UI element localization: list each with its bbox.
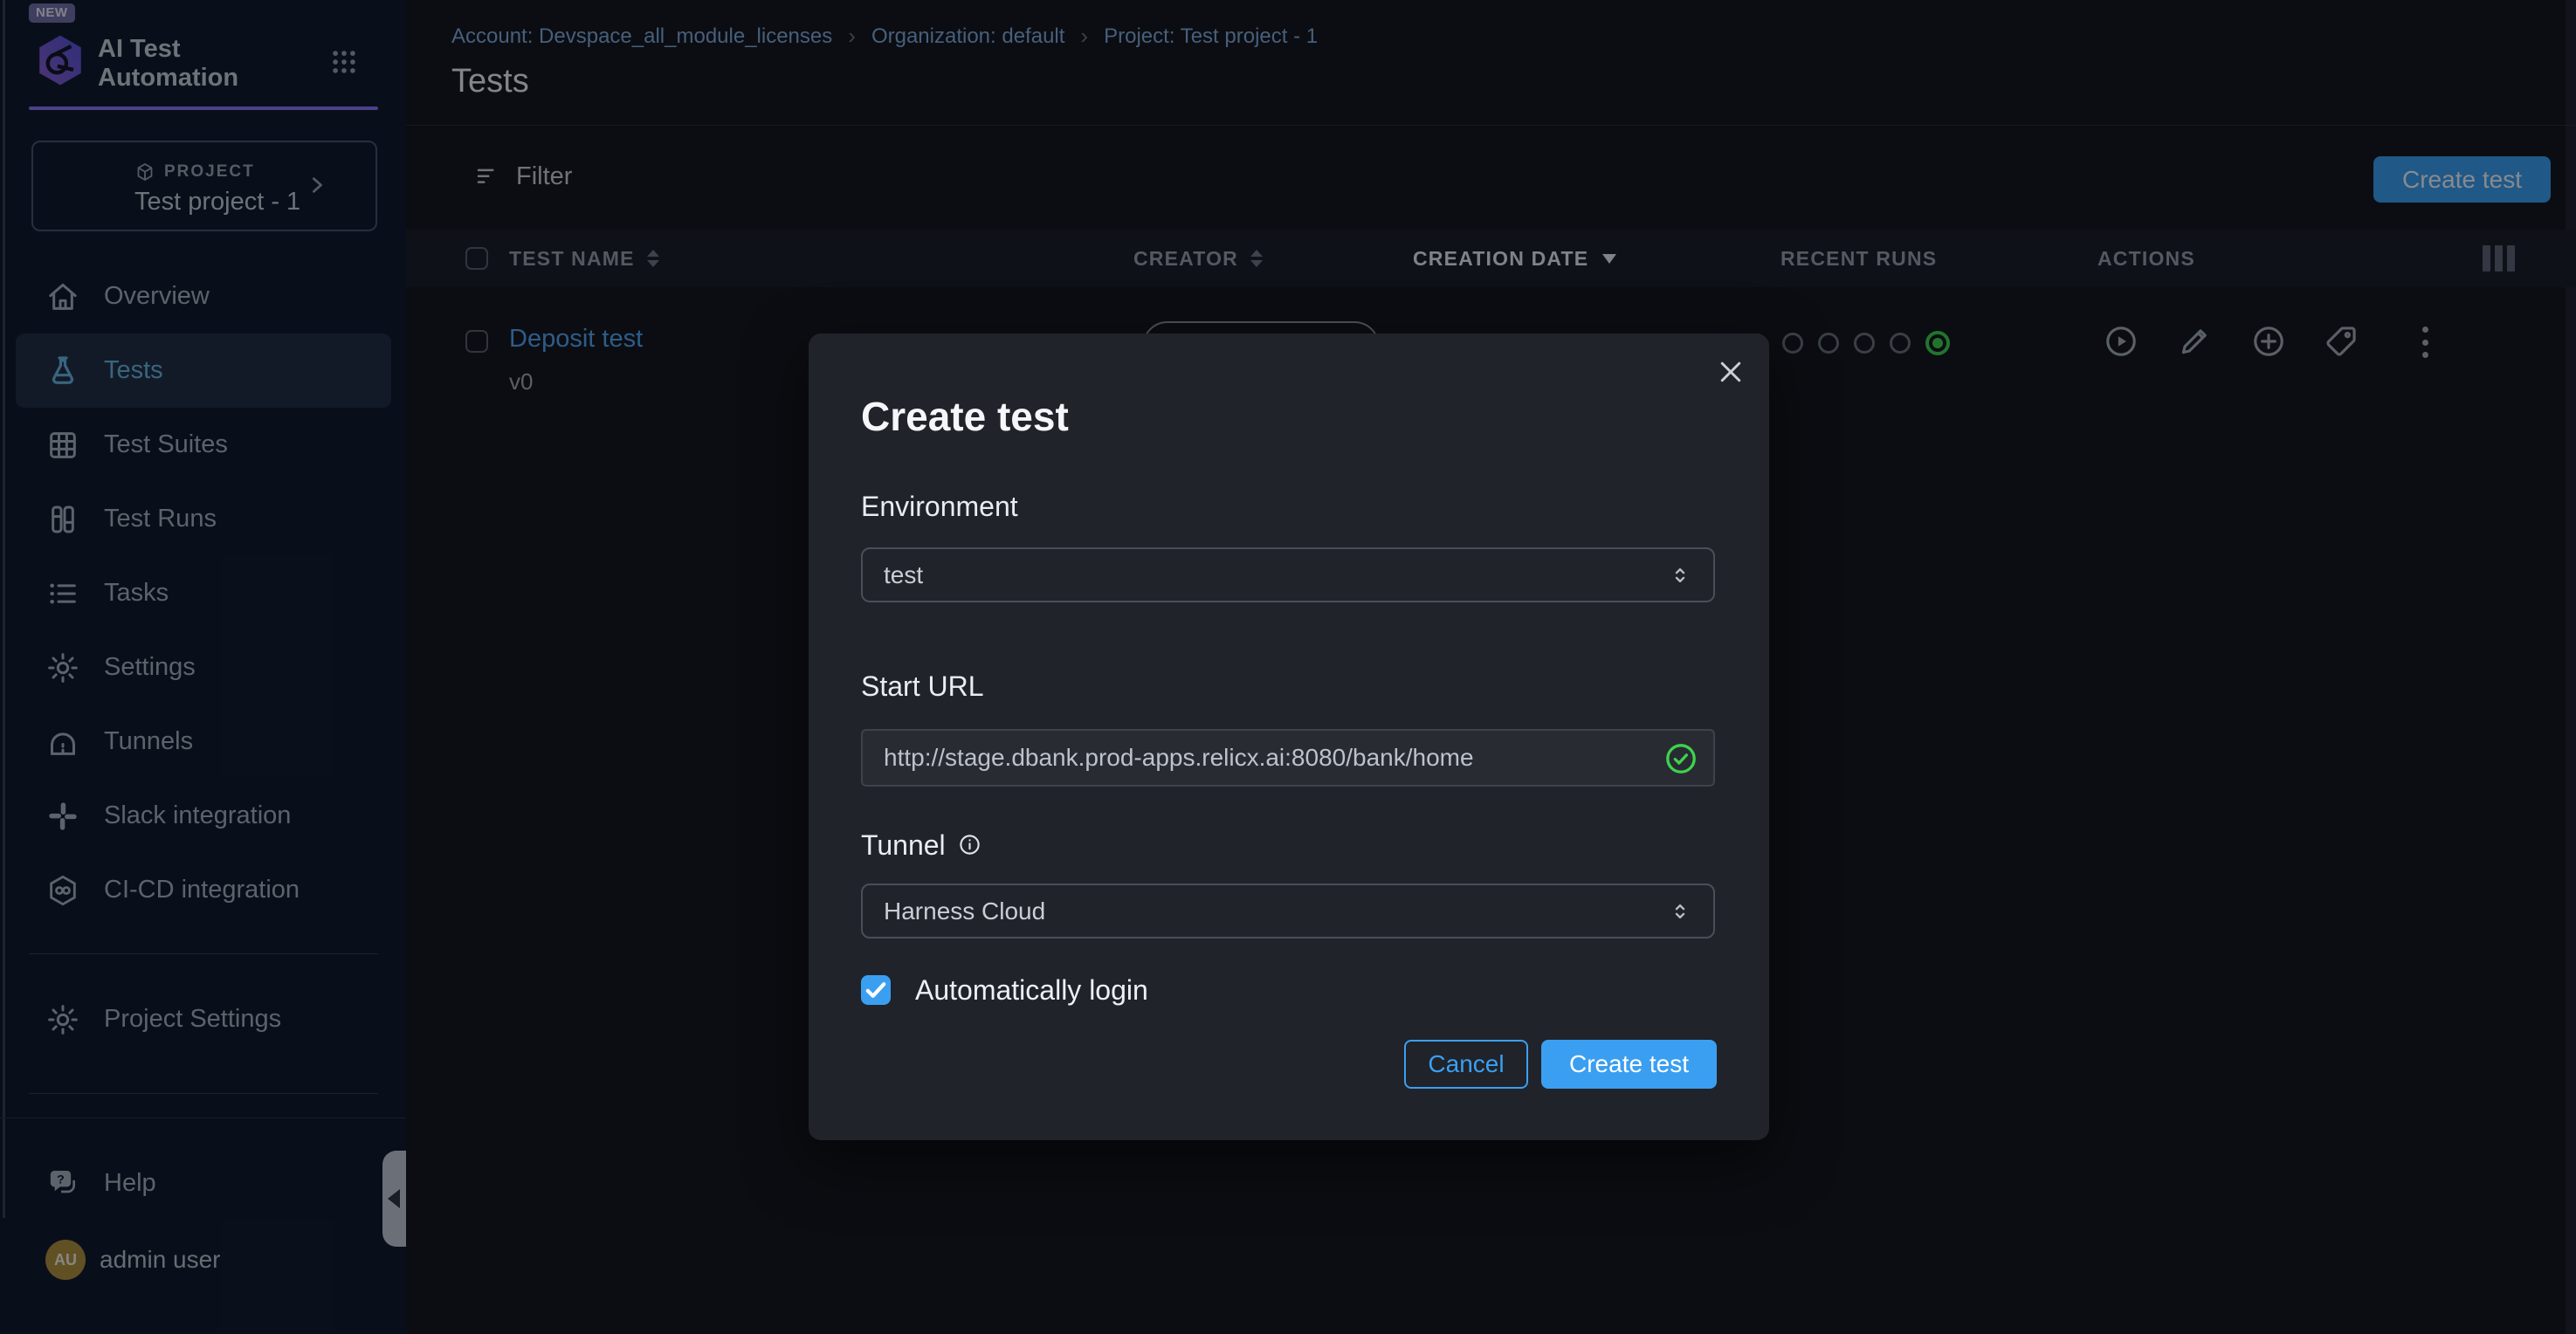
close-icon[interactable] <box>1715 356 1746 388</box>
tunnel-select[interactable]: Harness Cloud <box>861 884 1715 939</box>
environment-value: test <box>884 561 1668 589</box>
start-url-label: Start URL <box>861 670 983 703</box>
modal-title: Create test <box>861 393 1069 440</box>
create-test-modal: Create test Environment test Start URL T… <box>809 334 1769 1140</box>
tunnel-label: Tunnel <box>861 829 946 862</box>
environment-label: Environment <box>861 491 1018 523</box>
app-screen: NEW AI Test Automation <box>0 0 2576 1334</box>
start-url-input[interactable] <box>861 729 1715 787</box>
cancel-button[interactable]: Cancel <box>1404 1040 1528 1089</box>
auto-login-label: Automatically login <box>915 974 1148 1007</box>
tunnel-value: Harness Cloud <box>884 897 1668 925</box>
url-valid-check-icon <box>1664 742 1698 775</box>
info-icon[interactable] <box>958 833 981 856</box>
auto-login-checkbox[interactable] <box>861 975 891 1005</box>
modal-create-test-button[interactable]: Create test <box>1541 1040 1717 1089</box>
select-caret-icon <box>1668 563 1692 588</box>
environment-select[interactable]: test <box>861 547 1715 602</box>
select-caret-icon <box>1668 899 1692 924</box>
